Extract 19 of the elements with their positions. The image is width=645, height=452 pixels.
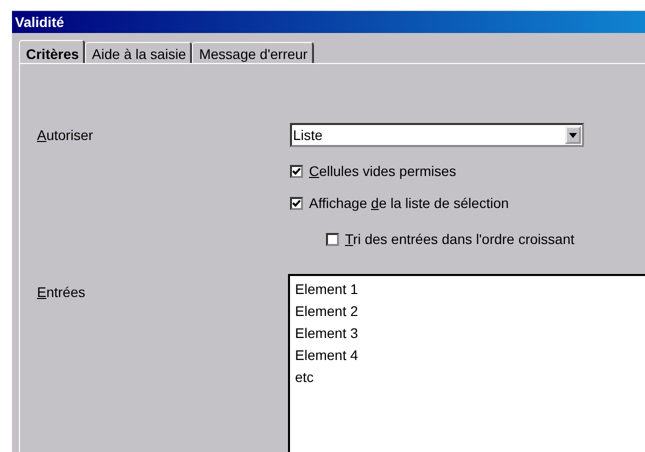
tab[interactable]: Critères bbox=[19, 40, 85, 63]
checkbox[interactable] bbox=[326, 232, 339, 246]
checkbox-label[interactable]: Cellules vides permises bbox=[309, 163, 456, 179]
entry-line: Element 1 bbox=[295, 280, 358, 299]
dropdown[interactable]: Liste bbox=[290, 123, 584, 147]
field-label: Entrées bbox=[37, 284, 86, 300]
entry-line: etc bbox=[295, 368, 314, 387]
window-title: Validité bbox=[15, 14, 64, 30]
entry-line: Element 4 bbox=[295, 346, 358, 365]
entry-line: Element 3 bbox=[295, 324, 358, 343]
entry-line: Element 2 bbox=[295, 302, 358, 321]
entries-textarea[interactable]: Element 1 Element 2 Element 3 Element 4 etc bbox=[288, 274, 645, 452]
checkbox[interactable] bbox=[290, 196, 303, 210]
checkbox-label[interactable]: Affichage de la liste de sélection bbox=[309, 195, 509, 211]
tab[interactable]: Message d'erreur bbox=[192, 42, 314, 63]
tab[interactable]: Aide à la saisie bbox=[84, 42, 192, 63]
checkbox[interactable] bbox=[290, 164, 303, 178]
checkbox-label[interactable]: Tri des entrées dans l'ordre croissant bbox=[345, 231, 574, 247]
field-label: Autoriser bbox=[37, 127, 94, 143]
